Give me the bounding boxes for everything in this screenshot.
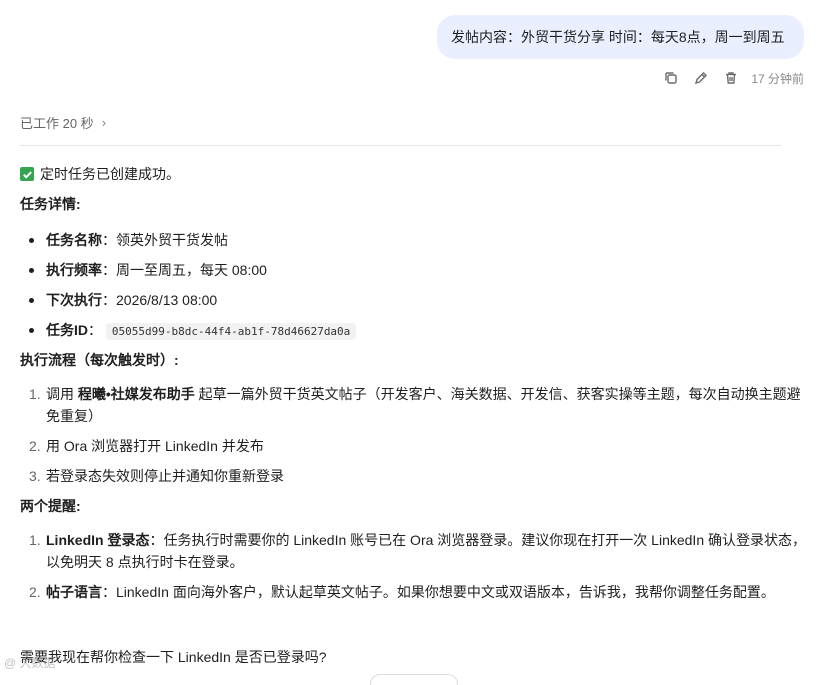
- flow-heading: 执行流程（每次触发时）:: [20, 352, 179, 368]
- scroll-to-bottom-button[interactable]: [370, 674, 458, 685]
- flow-step: 1. 调用 程曦•社媒发布助手 起草一篇外贸干货英文帖子（开发客户、海关数据、开发…: [29, 386, 801, 424]
- follow-up-question: 需要我现在帮你检查一下 LinkedIn 是否已登录吗?: [20, 649, 327, 665]
- message-timestamp: 17 分钟前: [751, 71, 804, 86]
- chevron-right-icon: ›: [101, 115, 107, 130]
- flow-list: 1. 调用 程曦•社媒发布助手 起草一篇外贸干货英文帖子（开发客户、海关数据、开发…: [20, 383, 810, 487]
- copy-icon[interactable]: [663, 70, 679, 86]
- details-list: 任务名称：领英外贸干货发帖 执行频率：周一至周五，每天 08:00 下次执行：2…: [20, 229, 810, 341]
- worked-duration-label: 已工作 20 秒: [20, 116, 94, 131]
- edit-icon[interactable]: [693, 70, 709, 86]
- worked-duration-toggle[interactable]: 已工作 20 秒 ›: [20, 113, 106, 132]
- check-icon: [20, 167, 34, 181]
- flow-step: 3. 若登录态失效则停止并通知你重新登录: [29, 468, 284, 484]
- detail-item-name: 任务名称：领英外贸干货发帖: [20, 229, 810, 251]
- reminders-list: 1. LinkedIn 登录态：任务执行时需要你的 LinkedIn 账号已在 O…: [20, 529, 810, 603]
- reminder-item: 1. LinkedIn 登录态：任务执行时需要你的 LinkedIn 账号已在 O…: [29, 532, 806, 570]
- detail-item-next-run: 下次执行：2026/8/13 08:00: [20, 289, 810, 311]
- trash-icon[interactable]: [723, 70, 739, 86]
- success-text: 定时任务已创建成功。: [40, 166, 180, 182]
- task-id-code: 05055d99-b8dc-44f4-ab1f-78d46627da0a: [105, 323, 357, 340]
- reminders-heading: 两个提醒:: [20, 498, 81, 514]
- details-heading: 任务详情:: [20, 196, 81, 212]
- success-line: 定时任务已创建成功。: [20, 163, 810, 185]
- user-message-text: 发帖内容：外贸干货分享 时间：每天8点，周一到周五: [451, 29, 785, 45]
- divider: [20, 145, 781, 146]
- detail-item-task-id: 任务ID： 05055d99-b8dc-44f4-ab1f-78d46627da…: [20, 319, 810, 341]
- detail-item-frequency: 执行频率：周一至周五，每天 08:00: [20, 259, 810, 281]
- user-message-bubble: 发帖内容：外贸干货分享 时间：每天8点，周一到周五: [437, 15, 804, 59]
- message-actions: 17 分钟前: [663, 68, 804, 88]
- flow-step: 2. 用 Ora 浏览器打开 LinkedIn 并发布: [29, 438, 264, 454]
- watermark: @ 大数据: [4, 656, 56, 670]
- assistant-reply: 定时任务已创建成功。 任务详情: 任务名称：领英外贸干货发帖 执行频率：周一至周…: [20, 163, 810, 611]
- reminder-item: 2. 帖子语言：LinkedIn 面向海外客户，默认起草英文帖子。如果你想要中文或…: [29, 584, 775, 600]
